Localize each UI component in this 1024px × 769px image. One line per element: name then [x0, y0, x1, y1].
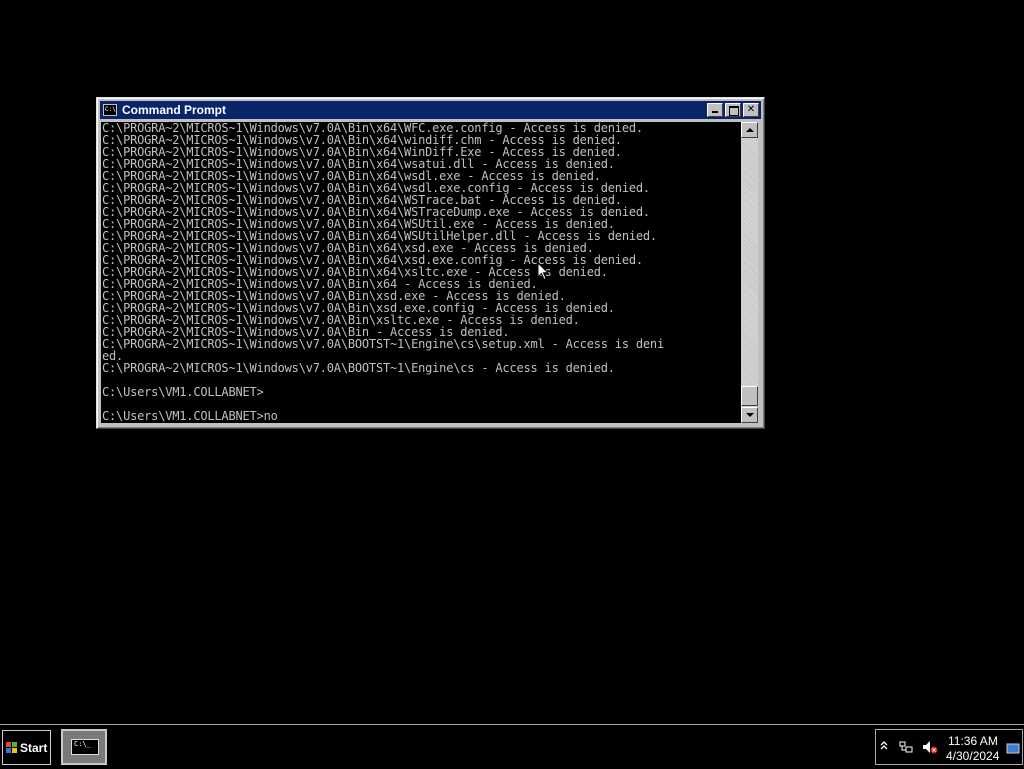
- cmd-icon[interactable]: C:\: [103, 104, 117, 116]
- command-prompt-window[interactable]: C:\ Command Prompt ✕ C:\PROGRA~2\MICROS~…: [96, 97, 765, 429]
- window-titlebar[interactable]: C:\ Command Prompt ✕: [100, 101, 761, 119]
- clock-date[interactable]: 4/30/2024: [946, 749, 999, 763]
- start-button[interactable]: Start: [2, 730, 51, 765]
- clock-time[interactable]: 11:36 AM: [948, 734, 998, 748]
- show-desktop-icon[interactable]: [1006, 743, 1020, 758]
- vertical-scrollbar[interactable]: [741, 122, 758, 423]
- cmd-icon: C:\_: [71, 739, 99, 755]
- system-tray: 11:36 AM 4/30/2024: [875, 729, 1023, 765]
- minimize-button[interactable]: [707, 103, 723, 117]
- console-line: C:\PROGRA~2\MICROS~1\Windows\v7.0A\BOOTS…: [102, 361, 615, 375]
- taskbar-item-command-prompt[interactable]: C:\_: [61, 729, 107, 765]
- scroll-thumb[interactable]: [741, 386, 758, 406]
- start-label: Start: [20, 740, 48, 755]
- console-line: C:\Users\VM1.COLLABNET>no: [102, 409, 278, 423]
- mouse-cursor-icon: [537, 262, 549, 281]
- taskbar: Start C:\_ 11:36 AM 4/30/2024: [0, 724, 1024, 769]
- maximize-button[interactable]: [725, 103, 741, 117]
- scroll-up-button[interactable]: [741, 122, 758, 138]
- console-output[interactable]: C:\PROGRA~2\MICROS~1\Windows\v7.0A\Bin\x…: [101, 122, 741, 423]
- scroll-down-button[interactable]: [741, 407, 758, 423]
- console-line: C:\PROGRA~2\MICROS~1\Windows\v7.0A\BOOTS…: [102, 337, 664, 351]
- chevron-up-icon[interactable]: [880, 740, 888, 753]
- console-line: C:\Users\VM1.COLLABNET>: [102, 385, 264, 399]
- close-button[interactable]: ✕: [743, 103, 759, 117]
- windows-logo-icon: [6, 742, 17, 753]
- volume-muted-icon[interactable]: [922, 740, 938, 757]
- console-lines: C:\PROGRA~2\MICROS~1\Windows\v7.0A\Bin\x…: [101, 122, 741, 422]
- window-title: Command Prompt: [122, 103, 227, 117]
- network-icon[interactable]: [898, 740, 914, 757]
